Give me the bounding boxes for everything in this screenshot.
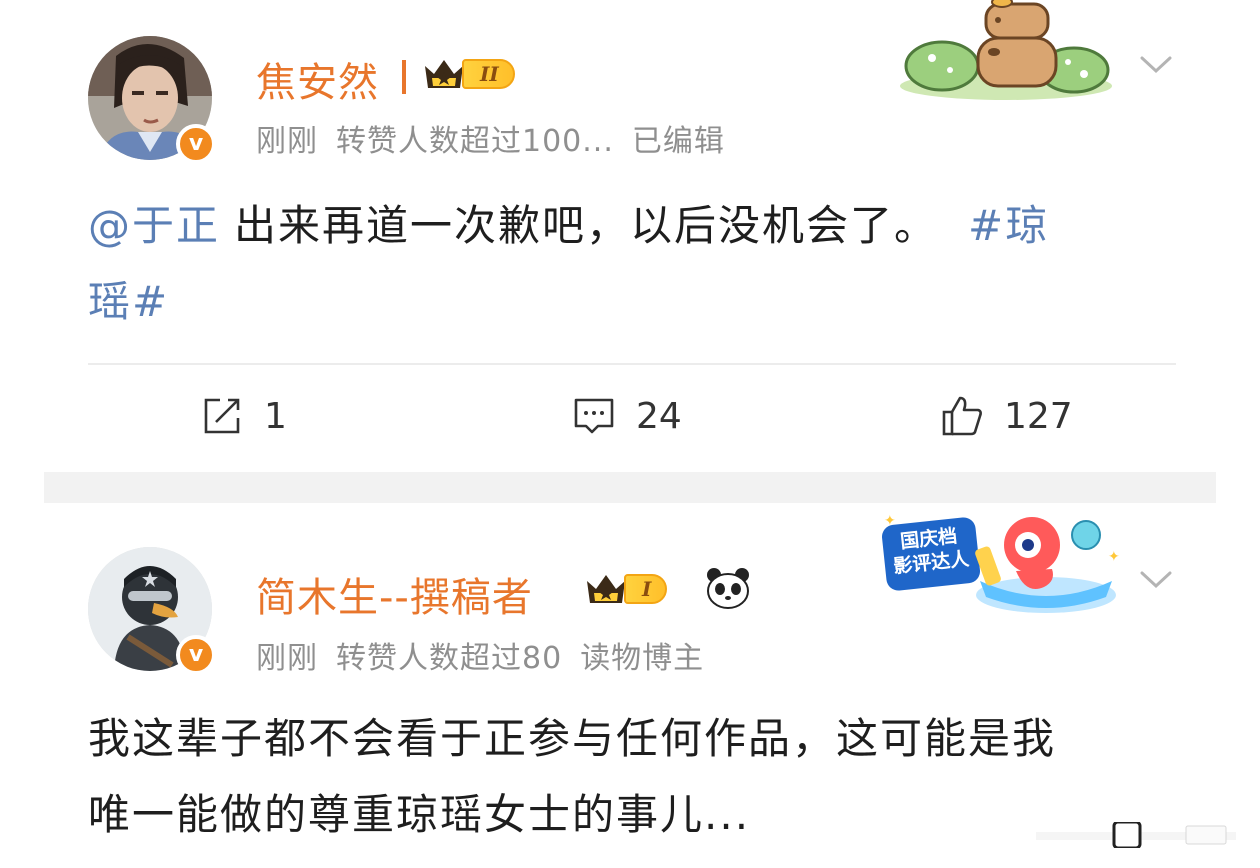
capybara-sticker: [900, 0, 1112, 100]
hashtag-link-part1[interactable]: #琼: [968, 201, 1049, 250]
post-meta: 刚刚 转赞人数超过100... 已编辑: [256, 116, 743, 160]
repost-info: 转赞人数超过80: [336, 641, 563, 676]
post-text-line2: 唯一能做的尊重琼瑶女士的事儿...: [88, 790, 751, 839]
svg-text:✦: ✦: [1108, 549, 1120, 565]
panda-icon: [707, 568, 749, 609]
like-icon: [942, 396, 982, 436]
comment-icon: [574, 398, 614, 434]
comment-count: 24: [636, 395, 682, 437]
like-count: 127: [1004, 395, 1073, 437]
post-content: 我这辈子都不会看于正参与任何作品，这可能是我 唯一能做的尊重琼瑶女士的事儿...: [88, 701, 1198, 853]
post-card: v 焦安然 II 刚刚 转赞人数超过100... 已编辑 @于正 出来再道一次歉吧，以…: [0, 0, 1260, 472]
member-level-badge[interactable]: I: [584, 569, 668, 609]
mention-link[interactable]: @于正: [88, 201, 220, 250]
like-button[interactable]: 127: [940, 394, 1073, 438]
post-content: @于正 出来再道一次歉吧，以后没机会了。 #琼 瑶#: [88, 188, 1168, 340]
edited-label: 已编辑: [631, 124, 725, 159]
post-meta: 刚刚 转赞人数超过80 读物博主: [256, 633, 722, 677]
level-text: II: [462, 59, 515, 89]
user-role: 读物博主: [580, 641, 705, 676]
crown-icon: [587, 575, 625, 603]
username[interactable]: 简木生--撰稿者: [256, 565, 533, 623]
username[interactable]: 焦安然: [256, 50, 379, 108]
member-level-badge[interactable]: II: [422, 54, 515, 94]
award-sticker-text: 国庆档 影评达人: [888, 523, 973, 579]
divider: [88, 363, 1176, 365]
post-text-line1: 我这辈子都不会看于正参与任何作品，这可能是我: [88, 714, 1057, 763]
chevron-down-icon[interactable]: [1138, 46, 1174, 82]
verified-badge-icon: v: [176, 635, 216, 675]
feed-separator: [44, 472, 1216, 503]
svg-text:✦: ✦: [884, 513, 896, 529]
repost-info: 转赞人数超过100...: [336, 124, 614, 159]
post-time: 刚刚: [256, 641, 318, 676]
repost-icon: [204, 398, 240, 434]
repost-button[interactable]: 1: [200, 394, 287, 438]
award-sticker: ✦ ✦ 国庆档 影评达人: [876, 511, 1126, 619]
hashtag-link-part2[interactable]: 瑶#: [88, 277, 169, 326]
comment-button[interactable]: 24: [572, 394, 682, 438]
post-card: v 简木生--撰稿者 I 刚刚 转赞人数超过80 读物博主 ✦ ✦ 国庆档 影评…: [0, 503, 1260, 868]
chevron-down-icon[interactable]: [1138, 561, 1174, 597]
post-time: 刚刚: [256, 124, 318, 159]
repost-count: 1: [264, 395, 287, 437]
verified-badge-icon: v: [176, 124, 216, 164]
post-text: 出来再道一次歉吧，以后没机会了。: [234, 201, 939, 250]
level-text: I: [624, 574, 668, 604]
crown-icon: [425, 60, 463, 88]
username-separator: [402, 60, 406, 94]
scroll-indicator: [1036, 822, 1236, 848]
